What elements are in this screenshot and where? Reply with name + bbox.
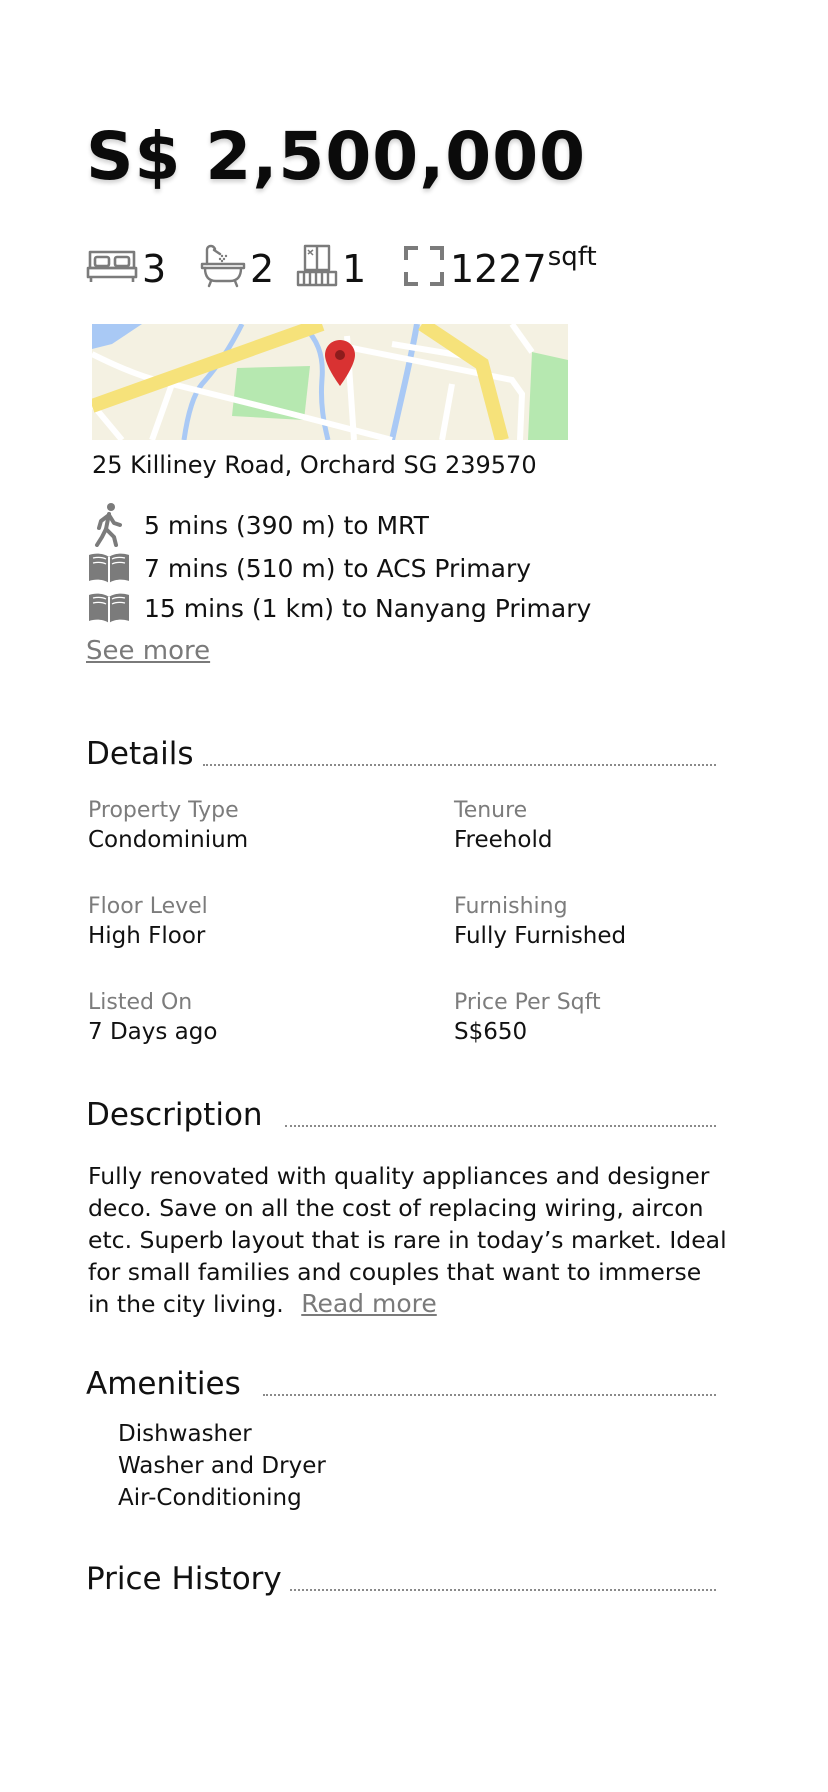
description-header: Description <box>86 1097 716 1133</box>
amenities-list: Dishwasher Washer and Dryer Air-Conditio… <box>118 1418 326 1514</box>
property-address: 25 Killiney Road, Orchard SG 239570 <box>92 451 537 479</box>
detail-label: Listed On <box>88 990 193 1015</box>
amenity-item: Air-Conditioning <box>118 1485 302 1511</box>
nearby-list: 5 mins (390 m) to MRT 7 mins (510 m) to … <box>86 502 726 628</box>
detail-value: Condominium <box>88 827 249 853</box>
amenity-item: Washer and Dryer <box>118 1453 326 1479</box>
nearby-item-text: 7 mins (510 m) to ACS Primary <box>144 553 532 583</box>
nearby-item-text: 15 mins (1 km) to Nanyang Primary <box>144 593 592 623</box>
detail-label: Tenure <box>454 798 528 823</box>
bathtub-icon <box>200 244 246 288</box>
balconies-count: 1 <box>342 247 367 291</box>
see-more-link[interactable]: See more <box>86 636 210 666</box>
balcony-icon <box>296 244 338 288</box>
detail-price-per-sqft: Price Per Sqft S$650 <box>454 990 754 1045</box>
detail-label: Floor Level <box>88 894 208 919</box>
open-book-icon <box>86 548 132 588</box>
section-divider <box>203 764 716 766</box>
amenities-header: Amenities <box>86 1366 716 1402</box>
location-map[interactable] <box>92 324 568 440</box>
open-book-icon <box>86 588 132 628</box>
detail-property-type: Property Type Condominium <box>88 798 388 853</box>
area-spec: 1227sqft <box>402 238 597 294</box>
balconies-spec: 1 <box>296 238 366 294</box>
detail-value: Freehold <box>454 827 553 853</box>
area-frame-icon <box>402 244 446 288</box>
detail-label: Price Per Sqft <box>454 990 601 1015</box>
description-body: Fully renovated with quality appliances … <box>88 1160 728 1320</box>
detail-value: 7 Days ago <box>88 1019 218 1045</box>
details-header: Details <box>86 736 716 772</box>
nearby-item: 7 mins (510 m) to ACS Primary <box>86 548 726 588</box>
read-more-link[interactable]: Read more <box>301 1289 437 1318</box>
bed-icon <box>86 246 138 286</box>
detail-label: Property Type <box>88 798 239 823</box>
area-value: 1227sqft <box>450 244 597 288</box>
bedrooms-spec: 3 <box>86 238 166 294</box>
amenity-item: Dishwasher <box>118 1421 252 1447</box>
section-divider <box>262 1394 716 1396</box>
nearby-item: 15 mins (1 km) to Nanyang Primary <box>86 588 726 628</box>
area-unit: sqft <box>547 242 597 272</box>
nearby-item: 5 mins (390 m) to MRT <box>86 502 726 548</box>
area-number: 1227 <box>450 247 547 291</box>
amenities-title: Amenities <box>86 1366 241 1402</box>
nearby-item-text: 5 mins (390 m) to MRT <box>144 510 429 540</box>
bedrooms-count: 3 <box>142 247 167 291</box>
detail-tenure: Tenure Freehold <box>454 798 754 853</box>
property-specs: 3 2 1 1227sqft <box>86 238 706 294</box>
listing-price: S$ 2,500,000 <box>86 118 587 195</box>
details-title: Details <box>86 736 194 772</box>
detail-furnishing: Furnishing Fully Furnished <box>454 894 754 949</box>
section-divider <box>284 1125 716 1127</box>
description-title: Description <box>86 1097 263 1133</box>
detail-value: High Floor <box>88 923 206 949</box>
bathrooms-count: 2 <box>250 247 275 291</box>
detail-listed-on: Listed On 7 Days ago <box>88 990 388 1045</box>
listing-page: S$ 2,500,000 3 2 1 1227sqft 25 Killiney … <box>0 0 828 1792</box>
detail-label: Furnishing <box>454 894 568 919</box>
detail-value: Fully Furnished <box>454 923 627 949</box>
price-history-header: Price History <box>86 1561 716 1597</box>
price-history-title: Price History <box>86 1561 282 1597</box>
walking-person-icon <box>86 503 132 547</box>
detail-floor-level: Floor Level High Floor <box>88 894 388 949</box>
bathrooms-spec: 2 <box>200 238 274 294</box>
detail-value: S$650 <box>454 1019 528 1045</box>
section-divider <box>289 1589 716 1591</box>
map-pin-icon <box>325 340 355 386</box>
